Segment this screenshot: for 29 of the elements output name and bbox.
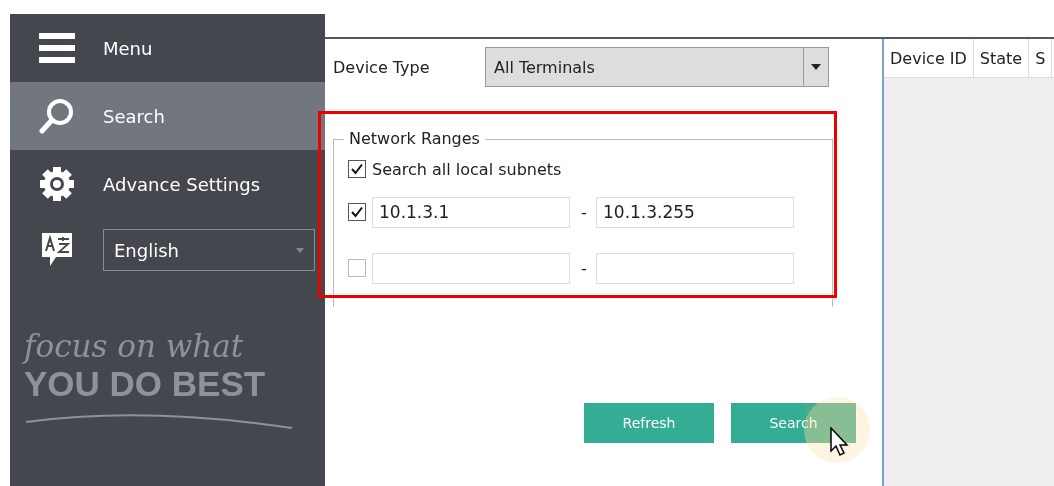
ip-end-field[interactable]: 10.1.3.255 (596, 196, 794, 228)
ip-start-field[interactable] (372, 252, 570, 284)
column-header[interactable]: State (973, 39, 1030, 77)
column-header[interactable]: Device ID (884, 39, 974, 77)
checkbox[interactable] (348, 160, 366, 178)
language-dropdown[interactable]: English (103, 229, 315, 271)
sidebar-item[interactable]: Advance Settings (10, 150, 325, 218)
checkbox[interactable] (348, 203, 366, 221)
caret-icon (811, 64, 821, 70)
range-separator: - (580, 258, 588, 278)
search-icon[interactable] (38, 98, 75, 134)
menu-icon[interactable] (38, 33, 75, 63)
group-title: Network Ranges (344, 129, 485, 148)
checkbox[interactable] (348, 259, 366, 277)
device-type-dropdown[interactable]: All Terminals (485, 47, 829, 87)
sidebar-item[interactable]: Menu (10, 14, 325, 82)
slogan-text: YOU DO BEST (24, 364, 267, 404)
sidebar-item[interactable]: Search (10, 82, 325, 150)
column-header[interactable]: S (1029, 39, 1053, 77)
field-label: Device Type (333, 57, 431, 77)
gear-icon[interactable] (38, 166, 75, 202)
slogan-text: focus on what (24, 328, 244, 364)
ip-start-field[interactable]: 10.1.3.1 (372, 196, 570, 228)
caret-icon (296, 247, 304, 253)
checkbox-label: Search all local subnets (372, 159, 562, 179)
ip-end-field[interactable] (596, 252, 794, 284)
cursor-icon (830, 427, 850, 457)
range-separator: - (580, 202, 588, 222)
translate-icon (41, 233, 72, 267)
